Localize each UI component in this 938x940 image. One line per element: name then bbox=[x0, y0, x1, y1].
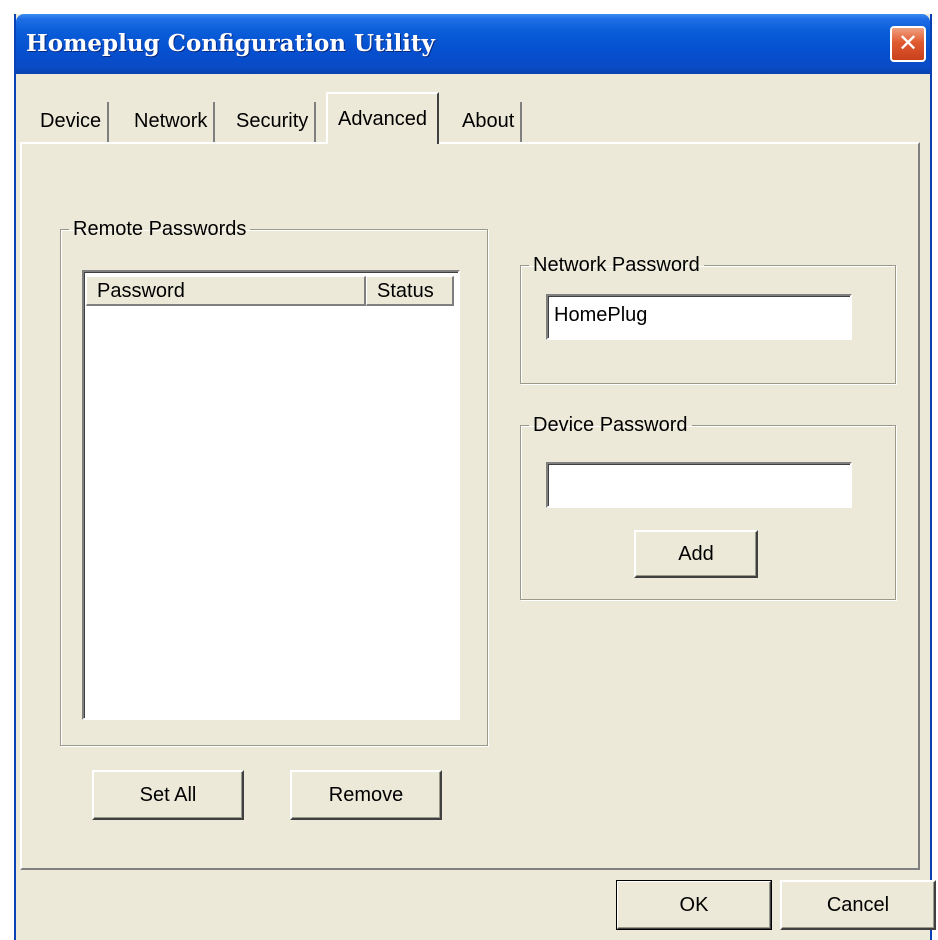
ok-button[interactable]: OK bbox=[616, 880, 772, 930]
title-bar[interactable]: Homeplug Configuration Utility ✕ bbox=[16, 14, 930, 74]
close-button[interactable]: ✕ bbox=[890, 26, 926, 62]
dialog-window: Homeplug Configuration Utility ✕ Device … bbox=[14, 14, 932, 940]
tab-network[interactable]: Network bbox=[128, 102, 216, 142]
close-icon: ✕ bbox=[897, 30, 919, 57]
advanced-tab-panel bbox=[20, 142, 920, 870]
tab-device[interactable]: Device bbox=[34, 102, 110, 142]
tab-security[interactable]: Security bbox=[230, 102, 317, 142]
cancel-button[interactable]: Cancel bbox=[780, 880, 936, 930]
tab-about[interactable]: About bbox=[456, 102, 523, 142]
window-title: Homeplug Configuration Utility bbox=[26, 30, 435, 57]
tab-advanced[interactable]: Advanced bbox=[326, 92, 439, 144]
